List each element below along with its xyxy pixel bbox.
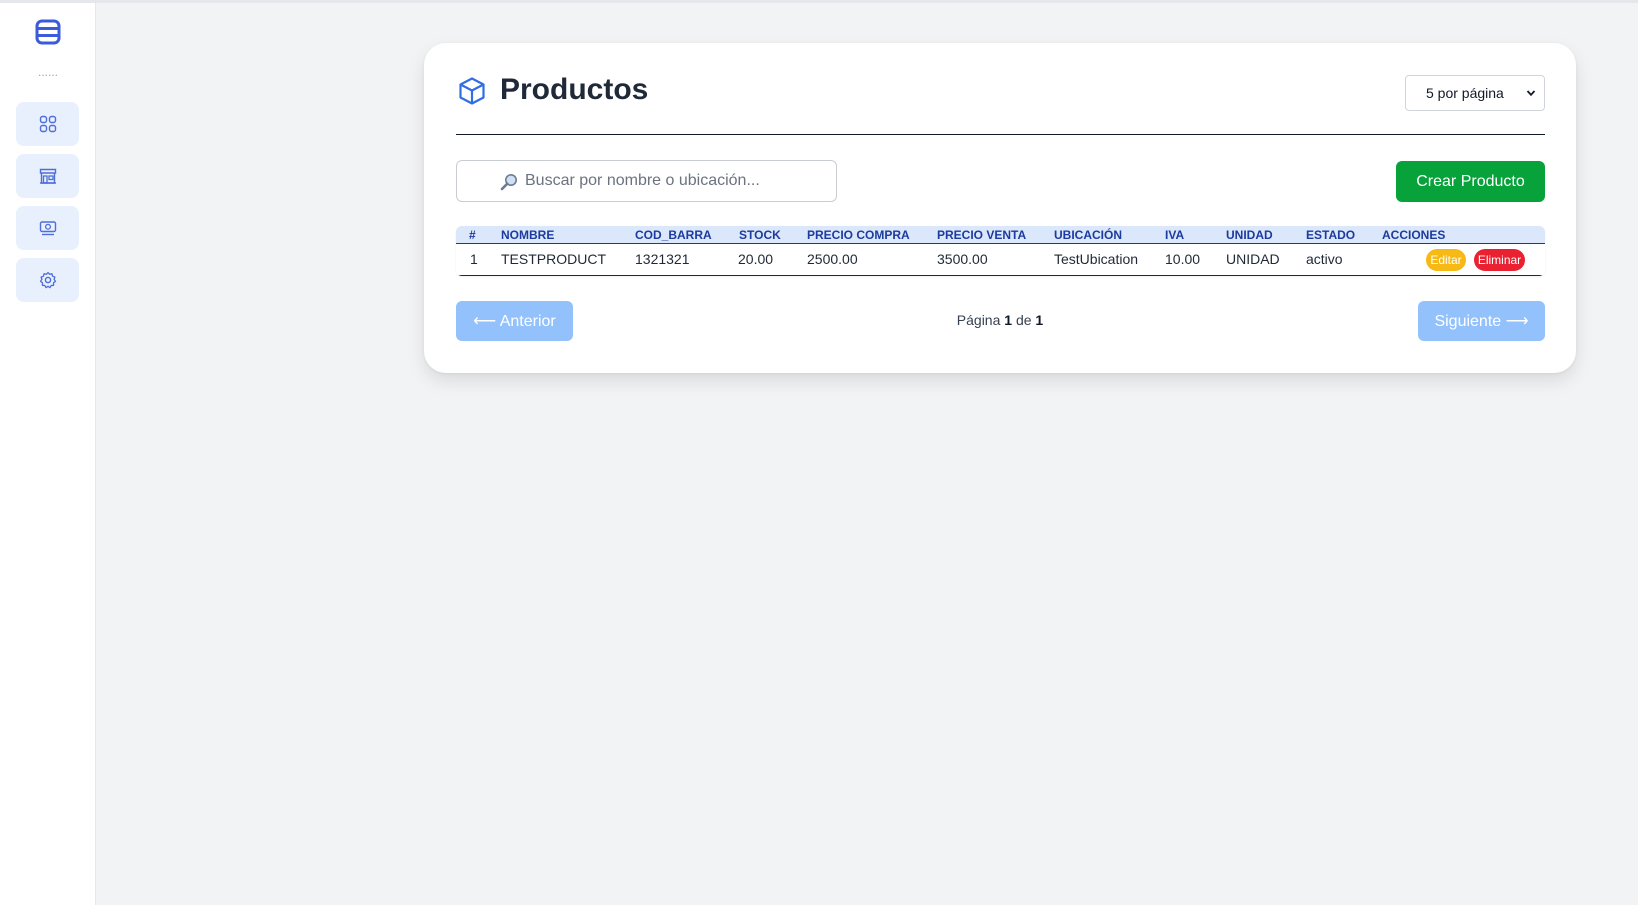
- search-icon: [500, 174, 517, 191]
- previous-page-button[interactable]: ⟵ Anterior: [456, 301, 573, 341]
- cell-estado: activo: [1306, 251, 1343, 267]
- grid-icon: [39, 115, 56, 133]
- header-divider: [456, 134, 1545, 135]
- sidebar-separator-dots: ......: [37, 65, 58, 79]
- sidebar-item-store[interactable]: [16, 154, 79, 198]
- sidebar-item-dashboard[interactable]: [16, 102, 79, 146]
- page-indicator: Página 1 de 1: [848, 312, 1152, 328]
- column-header: IVA: [1165, 228, 1185, 242]
- column-header: NOMBRE: [501, 228, 555, 242]
- page-prefix: Página: [956, 312, 1001, 328]
- cell-unidad: UNIDAD: [1226, 251, 1280, 267]
- page-of-word: de: [1015, 312, 1032, 328]
- cell-precio-venta: 3500.00: [937, 251, 988, 267]
- search-placeholder: Buscar por nombre o ubicación...: [525, 172, 760, 189]
- chevron-down-icon: [1526, 90, 1536, 97]
- products-card: Productos 5 por página Buscar por nombre…: [424, 43, 1576, 373]
- column-header: COD_BARRA: [635, 228, 712, 242]
- sidebar-item-cash[interactable]: [16, 206, 79, 250]
- menu-logo-icon[interactable]: [34, 18, 62, 46]
- sidebar: ......: [0, 3, 96, 905]
- top-border: [0, 0, 1638, 3]
- edit-button[interactable]: Editar: [1426, 249, 1466, 271]
- row-divider: [456, 275, 1545, 276]
- products-table: # NOMBRE COD_BARRA STOCK PRECIO COMPRA P…: [456, 226, 1545, 276]
- search-input[interactable]: Buscar por nombre o ubicación...: [456, 160, 837, 202]
- sidebar-item-settings[interactable]: [16, 258, 79, 302]
- per-page-value: 5 por página: [1426, 85, 1504, 101]
- next-page-button[interactable]: Siguiente ⟶: [1418, 301, 1545, 341]
- cell-cod-barra: 1321321: [635, 251, 690, 267]
- column-header: UBICACIÓN: [1054, 228, 1122, 242]
- column-header: ACCIONES: [1382, 228, 1446, 242]
- cash-icon: [39, 221, 56, 236]
- column-header: UNIDAD: [1226, 228, 1273, 242]
- page-title: Productos: [500, 73, 649, 106]
- cell-precio-compra: 2500.00: [807, 251, 858, 267]
- column-header: STOCK: [739, 228, 781, 242]
- per-page-select[interactable]: 5 por página: [1405, 75, 1545, 111]
- table-header: # NOMBRE COD_BARRA STOCK PRECIO COMPRA P…: [456, 226, 1545, 244]
- cell-nombre: TESTPRODUCT: [501, 251, 606, 267]
- cell-ubicacion: TestUbication: [1054, 251, 1139, 267]
- column-header: #: [469, 228, 476, 242]
- gear-icon: [39, 271, 56, 289]
- cell-iva: 10.00: [1165, 251, 1201, 267]
- total-pages: 1: [1035, 312, 1044, 328]
- cell-stock: 20.00: [738, 251, 774, 267]
- current-page: 1: [1004, 312, 1013, 328]
- create-product-button[interactable]: Crear Producto: [1396, 161, 1545, 202]
- column-header: PRECIO COMPRA: [807, 228, 910, 242]
- column-header: PRECIO VENTA: [937, 228, 1027, 242]
- column-header: ESTADO: [1306, 228, 1356, 242]
- store-icon: [39, 168, 56, 184]
- delete-button[interactable]: Eliminar: [1474, 249, 1525, 271]
- cell-num: 1: [470, 251, 478, 267]
- cube-icon: [457, 76, 487, 106]
